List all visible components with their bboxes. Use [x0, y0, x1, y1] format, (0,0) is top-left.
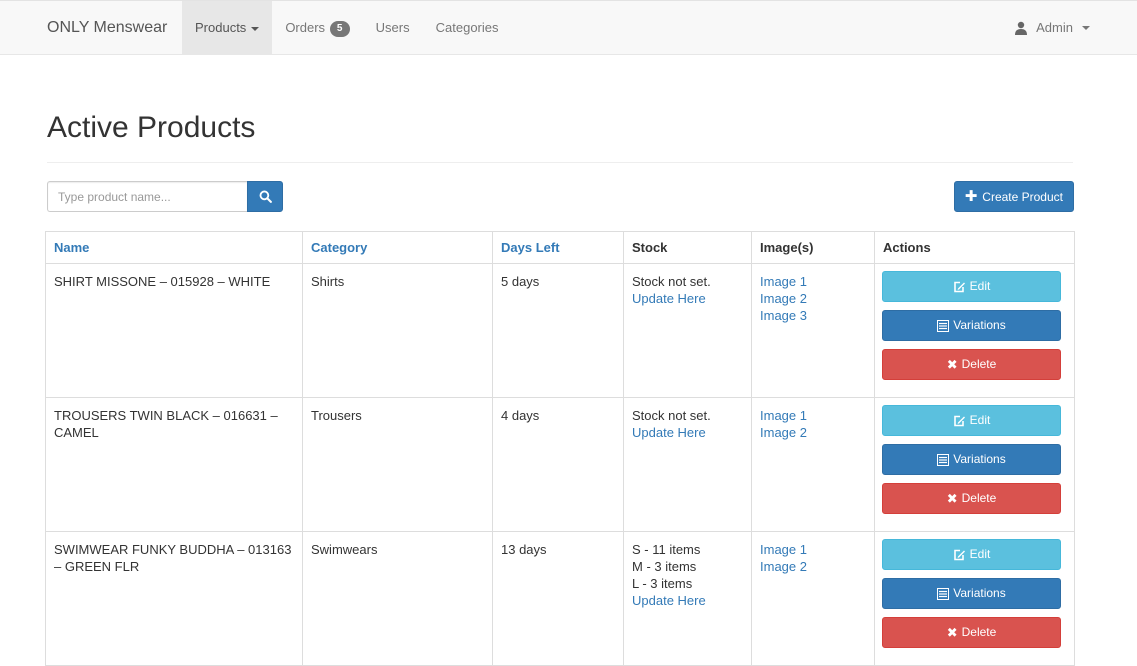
delete-button[interactable]: ✖ Delete	[882, 617, 1061, 648]
edit-label: Edit	[969, 279, 991, 293]
image-link[interactable]: Image 1	[760, 273, 866, 290]
product-category: Trousers	[302, 397, 493, 532]
search-button[interactable]	[247, 181, 283, 212]
product-actions: Edit Variations ✖ Delete	[874, 263, 1075, 398]
edit-button[interactable]: Edit	[882, 271, 1061, 302]
header-name: Name	[45, 231, 303, 264]
chevron-down-icon	[1082, 26, 1090, 30]
chevron-down-icon	[251, 26, 260, 31]
image-link[interactable]: Image 2	[760, 424, 866, 441]
variations-label: Variations	[953, 586, 1006, 600]
stock-line: Stock not set.	[632, 408, 711, 423]
stock-line: M - 3 items	[632, 559, 697, 574]
header-actions: Actions	[874, 231, 1075, 264]
edit-button[interactable]: Edit	[882, 405, 1061, 436]
product-days-left: 5 days	[492, 263, 624, 398]
image-link[interactable]: Image 2	[760, 290, 866, 307]
list-icon	[937, 587, 950, 600]
product-images: Image 1 Image 2	[751, 531, 875, 666]
table-row: SHIRT MISSONE – 015928 – WHITE Shirts 5 …	[45, 263, 1075, 398]
product-category: Swimwears	[302, 531, 493, 666]
nav-orders[interactable]: Orders 5	[272, 1, 362, 55]
variations-label: Variations	[953, 452, 1006, 466]
close-icon: ✖	[946, 625, 958, 640]
top-navbar: ONLY Menswear Products Orders 5 Users Ca…	[0, 0, 1137, 55]
table-row: TROUSERS TWIN BLACK – 016631 – CAMEL Tro…	[45, 397, 1075, 532]
create-product-label: Create Product	[982, 189, 1063, 204]
edit-label: Edit	[969, 413, 991, 427]
list-icon	[937, 453, 950, 466]
header-category: Category	[302, 231, 493, 264]
product-name: SHIRT MISSONE – 015928 – WHITE	[45, 263, 303, 398]
image-link[interactable]: Image 2	[760, 558, 866, 575]
product-images: Image 1 Image 2	[751, 397, 875, 532]
plus-icon: ✚	[964, 188, 978, 205]
product-stock: S - 11 items M - 3 items L - 3 items Upd…	[623, 531, 752, 666]
orders-count-badge: 5	[329, 21, 350, 37]
variations-button[interactable]: Variations	[882, 444, 1061, 475]
nav-orders-label: Orders	[285, 20, 326, 35]
nav-categories[interactable]: Categories	[423, 1, 512, 55]
header-images: Image(s)	[751, 231, 875, 264]
nav-users[interactable]: Users	[363, 1, 423, 55]
product-stock: Stock not set. Update Here	[623, 263, 752, 398]
nav-products-label: Products	[195, 20, 247, 35]
product-days-left: 13 days	[492, 531, 624, 666]
header-days-left: Days Left	[492, 231, 624, 264]
nav-menu: Products Orders 5 Users Categories	[182, 1, 512, 55]
table-header-row: Name Category Days Left Stock Image(s) A…	[45, 231, 1075, 264]
image-link[interactable]: Image 1	[760, 541, 866, 558]
product-category: Shirts	[302, 263, 493, 398]
product-name: SWIMWEAR FUNKY BUDDHA – 013163 – GREEN F…	[45, 531, 303, 666]
search-input[interactable]	[47, 181, 247, 212]
close-icon: ✖	[946, 491, 958, 506]
nav-products[interactable]: Products	[182, 1, 273, 55]
delete-label: Delete	[961, 491, 997, 505]
stock-line: Stock not set.	[632, 274, 711, 289]
product-actions: Edit Variations ✖ Delete	[874, 531, 1075, 666]
variations-button[interactable]: Variations	[882, 578, 1061, 609]
user-icon	[1015, 21, 1028, 35]
search-group	[47, 181, 283, 212]
edit-icon	[953, 281, 965, 292]
sort-name-link[interactable]: Name	[54, 240, 89, 255]
update-stock-link[interactable]: Update Here	[632, 290, 743, 307]
list-icon	[937, 319, 950, 332]
products-table: Name Category Days Left Stock Image(s) A…	[45, 231, 1075, 666]
search-icon	[259, 190, 272, 203]
sort-days-left-link[interactable]: Days Left	[501, 240, 560, 255]
delete-button[interactable]: ✖ Delete	[882, 483, 1061, 514]
delete-button[interactable]: ✖ Delete	[882, 349, 1061, 380]
stock-line: L - 3 items	[632, 576, 693, 591]
table-row: SWIMWEAR FUNKY BUDDHA – 013163 – GREEN F…	[45, 531, 1075, 666]
edit-icon	[953, 415, 965, 426]
edit-icon	[953, 549, 965, 560]
header-divider	[47, 162, 1073, 163]
edit-button[interactable]: Edit	[882, 539, 1061, 570]
create-product-button[interactable]: ✚ Create Product	[953, 181, 1074, 212]
product-name: TROUSERS TWIN BLACK – 016631 – CAMEL	[45, 397, 303, 532]
image-link[interactable]: Image 3	[760, 307, 866, 324]
variations-button[interactable]: Variations	[882, 310, 1061, 341]
page-title: Active Products	[47, 111, 256, 144]
sort-category-link[interactable]: Category	[311, 240, 367, 255]
update-stock-link[interactable]: Update Here	[632, 592, 743, 609]
user-menu[interactable]: Admin	[1014, 1, 1090, 55]
delete-label: Delete	[961, 357, 997, 371]
brand-link[interactable]: ONLY Menswear	[47, 1, 167, 55]
product-stock: Stock not set. Update Here	[623, 397, 752, 532]
product-actions: Edit Variations ✖ Delete	[874, 397, 1075, 532]
product-images: Image 1 Image 2 Image 3	[751, 263, 875, 398]
variations-label: Variations	[953, 318, 1006, 332]
image-link[interactable]: Image 1	[760, 407, 866, 424]
user-menu-label: Admin	[1036, 20, 1073, 35]
product-days-left: 4 days	[492, 397, 624, 532]
edit-label: Edit	[969, 547, 991, 561]
stock-line: S - 11 items	[632, 542, 701, 557]
close-icon: ✖	[946, 357, 958, 372]
delete-label: Delete	[961, 625, 997, 639]
update-stock-link[interactable]: Update Here	[632, 424, 743, 441]
header-stock: Stock	[623, 231, 752, 264]
